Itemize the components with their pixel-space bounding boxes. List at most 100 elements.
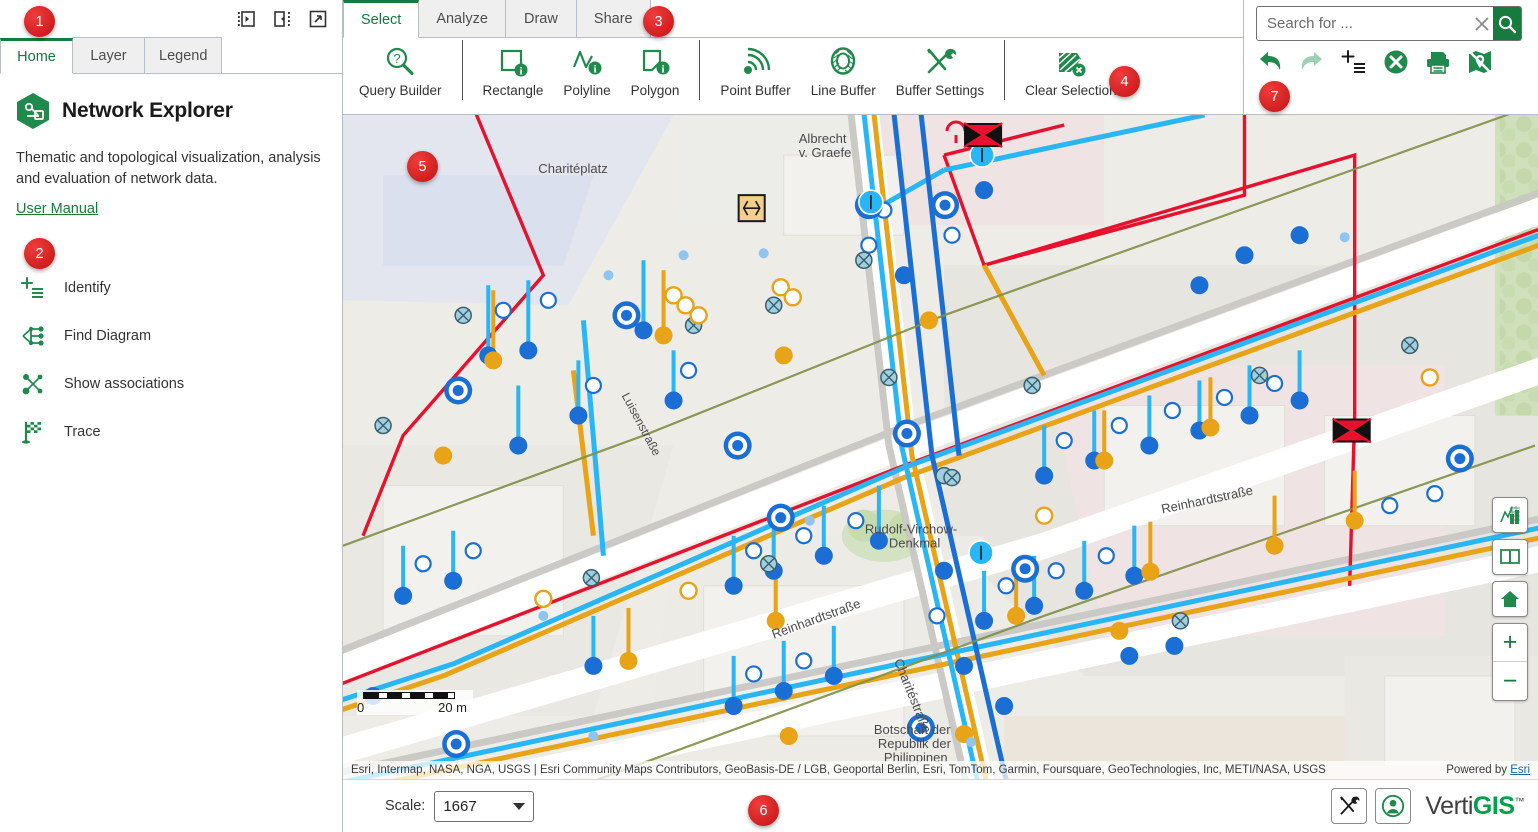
sidebar-item-trace[interactable]: Trace [16,408,326,456]
tab-home-label: Home [17,49,56,65]
dock-left-icon[interactable] [236,9,256,29]
select-polygon-button[interactable]: i Polygon [621,39,690,111]
line-buffer-button[interactable]: Line Buffer [801,39,886,111]
ribbon-divider [699,40,701,100]
sidebar-item-identify[interactable]: Identify [16,264,326,312]
trace-icon [22,422,41,444]
search-area [1243,0,1538,114]
vertigis-logo: VertiGIS™ [1425,792,1524,821]
main-area: Select Analyze Draw Share ? Query Builde… [343,0,1538,832]
select-rectangle-label: Rectangle [482,83,544,98]
clear-results-icon[interactable] [1382,48,1410,76]
chart-tool-button[interactable] [1492,497,1528,533]
tab-share[interactable]: Share [575,0,651,37]
query-builder-icon: ? [387,47,414,76]
ribbon-divider [461,40,463,100]
tab-home[interactable]: Home [0,38,73,74]
user-account-icon [1382,794,1405,818]
bookmark-button[interactable] [1492,539,1528,575]
sidebar-item-label: Trace [64,424,101,441]
expand-panel-icon[interactable] [308,9,328,29]
map-label: Charitéplatz [538,161,607,176]
buffer-settings-button[interactable]: Buffer Settings [886,39,994,111]
zoom-out-button[interactable]: − [1493,662,1527,700]
panel-body: Network Explorer Thematic and topologica… [0,74,342,832]
select-polyline-label: Polyline [563,83,611,98]
panel-tabstrip: Home Layer Legend [0,37,342,74]
select-rectangle-button[interactable]: i Rectangle [473,39,554,111]
select-polygon-label: Polygon [630,83,680,98]
tab-draw-label: Draw [523,10,558,27]
buffer-settings-icon [926,48,957,74]
select-rectangle-icon: i [500,49,528,78]
tab-layer-label: Layer [90,47,127,64]
scale-label: Scale: [385,798,426,814]
map-label: v. Graefe [799,145,852,160]
redo-icon[interactable] [1298,48,1326,76]
ribbon-group-query: ? Query Builder [349,39,452,113]
point-buffer-button[interactable]: Point Buffer [710,39,800,111]
user-manual-link[interactable]: User Manual [16,201,98,217]
home-extent-button[interactable] [1492,581,1528,617]
esri-link[interactable]: Esri [1510,764,1530,776]
tools-button[interactable] [1331,788,1368,824]
find-diagram-icon [22,326,44,346]
map-label: Republik der [878,736,952,751]
tab-analyze-label: Analyze [436,10,488,27]
query-builder-button[interactable]: ? Query Builder [349,39,452,111]
sidebar-item-label: Find Diagram [64,328,152,345]
tab-select[interactable]: Select [343,0,420,38]
svg-text:i: i [593,64,596,76]
undo-icon[interactable] [1256,48,1284,76]
map-container[interactable]: Charitéplatz Albrecht v. Graefe Rudolf-V… [343,115,1538,779]
close-icon [1475,16,1489,31]
dock-right-icon[interactable] [272,9,292,29]
line-buffer-label: Line Buffer [810,83,876,98]
map-canvas[interactable]: Charitéplatz Albrecht v. Graefe Rudolf-V… [343,115,1538,779]
map-label: Rudolf-Virchow- [865,522,957,537]
attribution-text: Esri, Intermap, NASA, NGA, USGS | Esri C… [351,764,1326,776]
select-polyline-button[interactable]: i Polyline [553,39,620,111]
map-label: Denkmal [889,536,940,551]
brand-verti: Verti [1425,791,1473,820]
map-attribution-powered-by: Powered by Esri [1446,761,1530,779]
scalebar-bar [363,692,455,699]
panel-title-row: Network Explorer [16,92,326,130]
clear-selection-button[interactable]: Clear Selection [1015,39,1127,111]
scale-dropdown[interactable]: 1667 [434,790,535,822]
tab-draw[interactable]: Draw [504,0,577,37]
zoom-in-button[interactable]: + [1493,624,1527,662]
map-scalebar: 0 20 m [357,690,473,715]
svg-text:i: i [661,64,664,76]
map-label: Albrecht [799,131,847,146]
tab-legend-label: Legend [159,47,208,64]
clear-markup-icon[interactable] [1466,48,1494,76]
search-submit-button[interactable] [1492,7,1521,40]
print-icon[interactable] [1424,48,1452,76]
line-buffer-icon [831,47,856,75]
user-account-button[interactable] [1375,788,1412,824]
home-icon [1501,591,1519,607]
scalebar-max: 20 m [438,700,467,715]
search-clear-button[interactable] [1472,16,1493,32]
sidebar-item-show-associations[interactable]: Show associations [16,360,326,408]
sidebar-item-label: Identify [64,280,111,297]
tools-icon [1340,796,1360,815]
identify-icon[interactable] [1340,48,1368,76]
select-polyline-icon: i [572,50,602,76]
select-polygon-icon: i [642,49,670,76]
chevron-down-icon [513,802,526,810]
tab-layer[interactable]: Layer [72,37,145,73]
clear-selection-label: Clear Selection [1025,83,1117,98]
query-builder-label: Query Builder [359,83,442,98]
clear-selection-icon [1058,51,1086,77]
sidebar-item-find-diagram[interactable]: Find Diagram [16,312,326,360]
status-bar-right: VertiGIS™ [1331,788,1524,824]
application-window: Home Layer Legend Network Explorer Thema… [0,0,1538,832]
bookmark-icon [1500,549,1520,565]
search-input[interactable] [1257,15,1472,32]
tab-analyze[interactable]: Analyze [418,0,506,37]
tab-legend[interactable]: Legend [144,37,223,73]
scale-value: 1667 [443,797,477,815]
network-explorer-icon [17,93,49,129]
